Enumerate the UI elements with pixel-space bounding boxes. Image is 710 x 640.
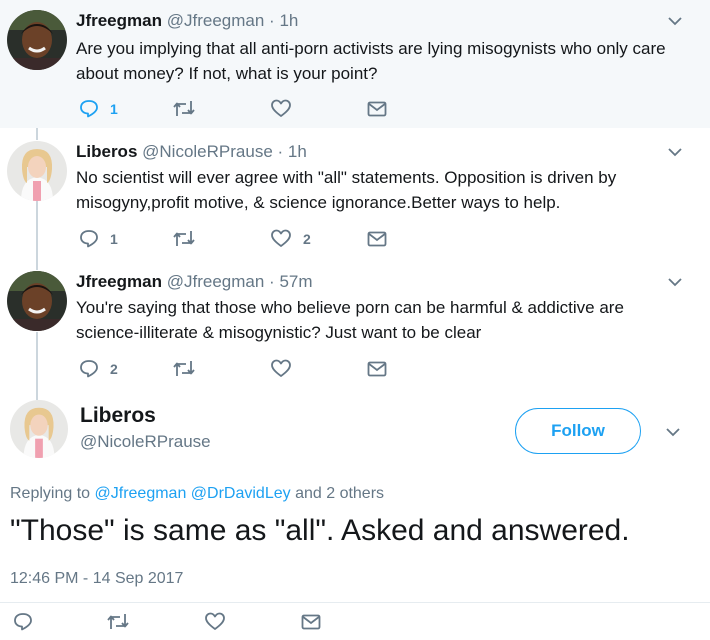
direct-message-icon (367, 361, 387, 377)
reply-icon (14, 613, 32, 631)
chevron-down-icon[interactable] (668, 145, 682, 159)
like-button[interactable] (271, 99, 291, 118)
like-icon (271, 229, 291, 247)
tweet-timestamp[interactable]: 12:46 PM - 14 Sep 2017 (10, 570, 183, 588)
direct-message-icon (367, 231, 387, 247)
reply-count: 2 (110, 360, 118, 377)
reply-button[interactable]: 2 (79, 359, 118, 378)
retweet-icon (173, 361, 195, 376)
direct-message-icon (367, 101, 387, 117)
replying-to: Replying to @Jfreegman @DrDavidLey and 2… (10, 485, 384, 503)
reply-count: 1 (110, 100, 118, 117)
tweet-text: "Those" is same as "all". Asked and answ… (10, 514, 630, 547)
separator: · (269, 11, 275, 30)
user-handle[interactable]: @Jfreegman (167, 272, 265, 291)
tweet-time[interactable]: 57m (279, 272, 312, 291)
retweet-button[interactable] (172, 229, 196, 248)
like-button[interactable] (205, 612, 225, 631)
tweet-text: You're saying that those who believe por… (76, 298, 624, 342)
like-icon (271, 99, 291, 117)
like-count: 2 (303, 230, 311, 247)
retweet-button[interactable] (172, 99, 196, 118)
mention-link[interactable]: @Jfreegman (95, 485, 187, 502)
reply-count: 1 (110, 230, 118, 247)
user-handle[interactable]: @NicoleRPrause (142, 142, 273, 161)
avatar[interactable] (7, 271, 67, 331)
retweet-icon (173, 231, 195, 246)
user-handle[interactable]: @Jfreegman (167, 11, 265, 30)
reply-icon (80, 100, 98, 118)
chevron-down-icon[interactable] (668, 275, 682, 289)
display-name[interactable]: Jfreegman (76, 11, 162, 30)
tweet-header: Jfreegman @Jfreegman · 1h (76, 11, 298, 31)
retweet-button[interactable] (172, 359, 196, 378)
reply-icon (80, 230, 98, 248)
chevron-down-icon[interactable] (666, 425, 680, 439)
direct-message-button[interactable] (367, 101, 387, 117)
reply-button[interactable]: 1 (79, 99, 118, 118)
display-name[interactable]: Jfreegman (76, 272, 162, 291)
replying-others[interactable]: and 2 others (295, 485, 384, 502)
avatar[interactable] (7, 10, 67, 70)
avatar[interactable] (7, 141, 67, 201)
display-name[interactable]: Liberos (80, 404, 156, 428)
direct-message-icon (301, 614, 321, 630)
chevron-down-icon[interactable] (668, 14, 682, 28)
tweet-text: No scientist will ever agree with "all" … (76, 168, 617, 212)
replying-prefix: Replying to (10, 485, 91, 502)
separator: · (269, 272, 275, 291)
mention-link[interactable]: @DrDavidLey (191, 485, 291, 502)
like-icon (205, 612, 225, 630)
tweet-header: Jfreegman @Jfreegman · 57m (76, 272, 313, 292)
tweet-time[interactable]: 1h (279, 11, 298, 30)
display-name[interactable]: Liberos (76, 142, 137, 161)
thread-tweet[interactable]: Jfreegman @Jfreegman · 1h Are you implyi… (0, 0, 710, 128)
thread-tweet[interactable]: Liberos @NicoleRPrause · 1h No scientist… (0, 128, 710, 258)
thread-tweet[interactable]: Jfreegman @Jfreegman · 57m You're saying… (0, 258, 710, 390)
direct-message-button[interactable] (301, 614, 321, 630)
retweet-button[interactable] (106, 612, 130, 631)
follow-button[interactable]: Follow (515, 408, 641, 454)
retweet-icon (173, 101, 195, 116)
reply-button[interactable]: 1 (79, 229, 118, 248)
reply-button[interactable] (13, 612, 33, 631)
direct-message-button[interactable] (367, 231, 387, 247)
like-button[interactable]: 2 (271, 229, 311, 248)
user-handle[interactable]: @NicoleRPrause (80, 432, 211, 452)
tweet-text: Are you implying that all anti-porn acti… (76, 39, 666, 83)
direct-message-button[interactable] (367, 361, 387, 377)
like-button[interactable] (271, 359, 291, 378)
avatar[interactable] (10, 400, 68, 458)
retweet-icon (107, 614, 129, 629)
tweet-time[interactable]: 1h (288, 142, 307, 161)
separator: · (277, 142, 284, 161)
like-icon (271, 359, 291, 377)
tweet-header: Liberos @NicoleRPrause · 1h (76, 142, 307, 162)
divider (0, 602, 710, 603)
reply-icon (80, 360, 98, 378)
